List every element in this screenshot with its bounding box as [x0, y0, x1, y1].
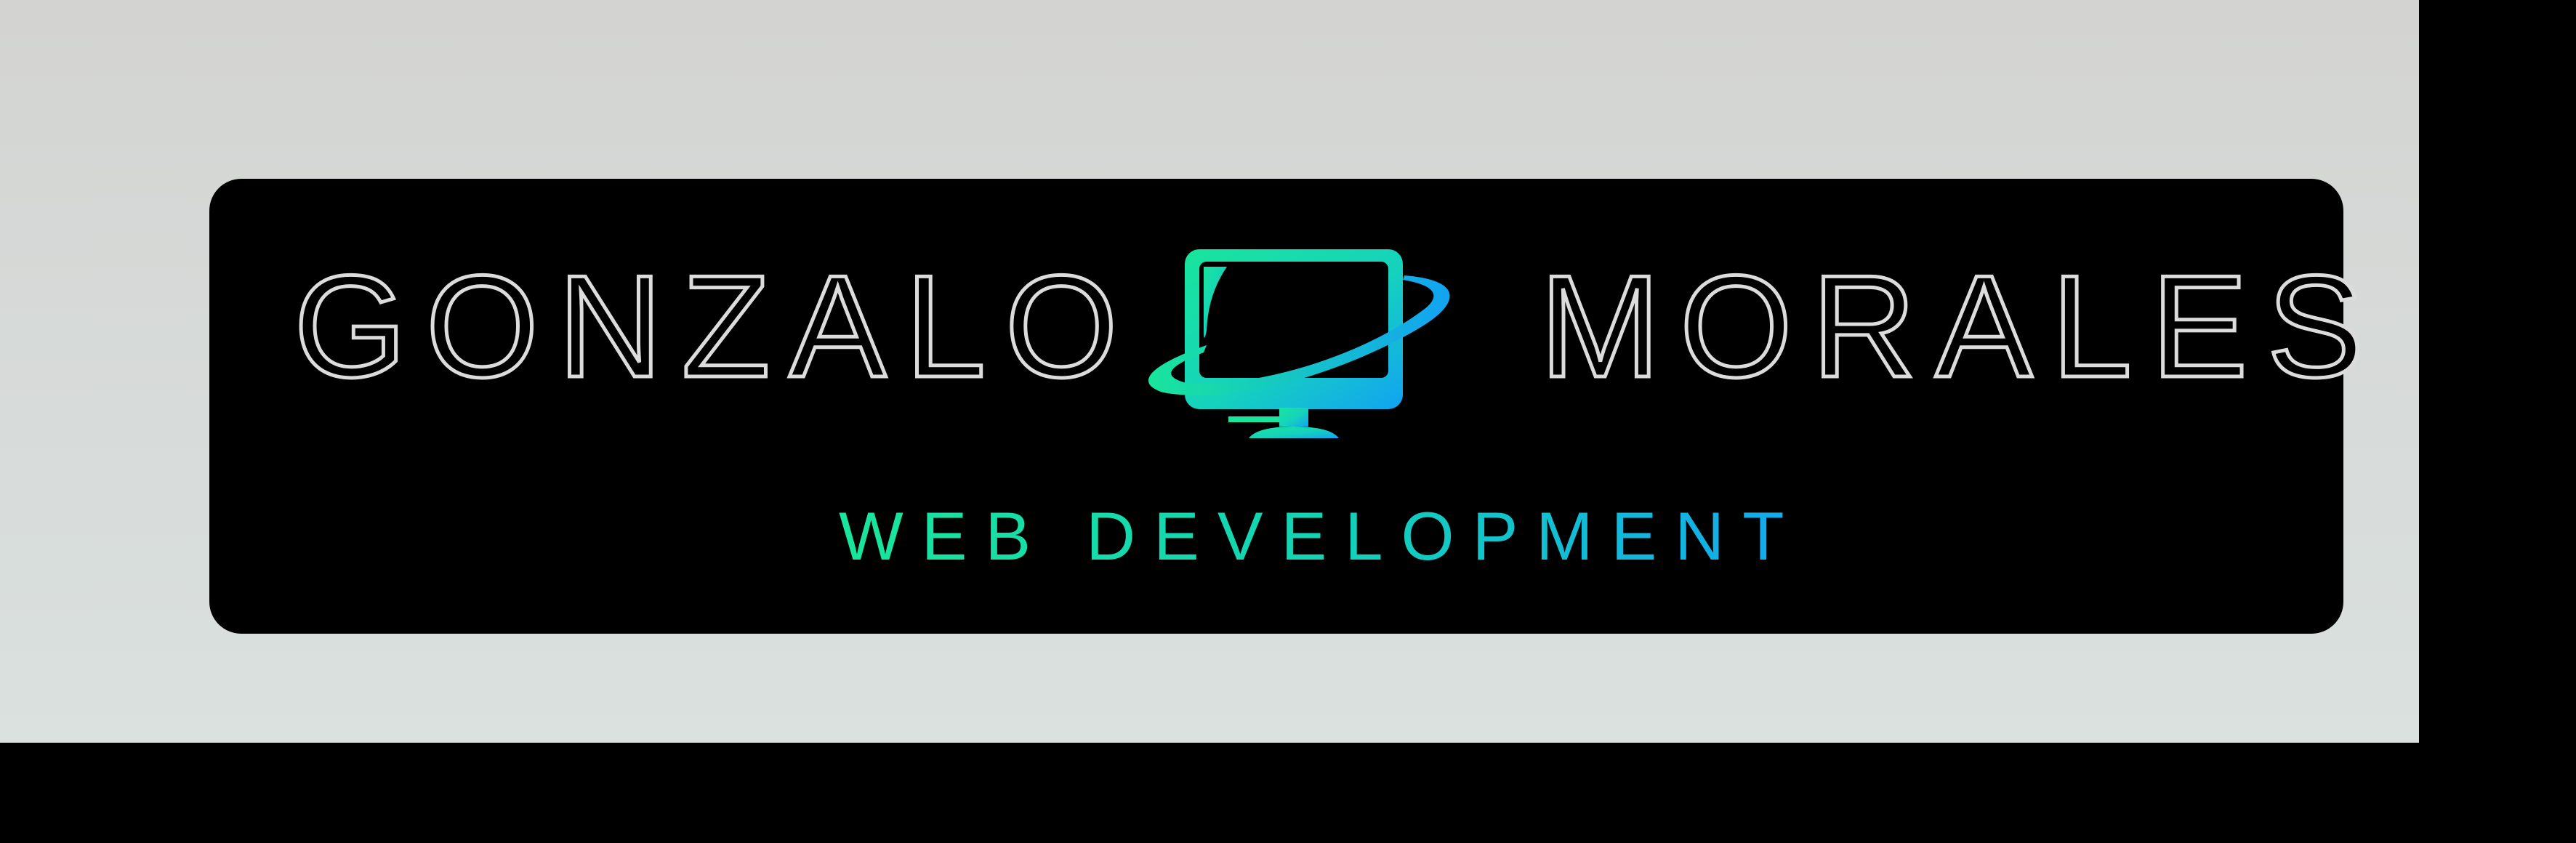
- logo-first-name: GONZALO: [292, 246, 1137, 408]
- monitor-orbit-icon: [1148, 249, 1450, 438]
- canvas: GONZALO MORALES WEB DEVELOPMENT: [0, 0, 2576, 843]
- logo-last-name: MORALES: [1537, 246, 2383, 408]
- logo-tagline: WEB DEVELOPMENT: [839, 498, 1803, 574]
